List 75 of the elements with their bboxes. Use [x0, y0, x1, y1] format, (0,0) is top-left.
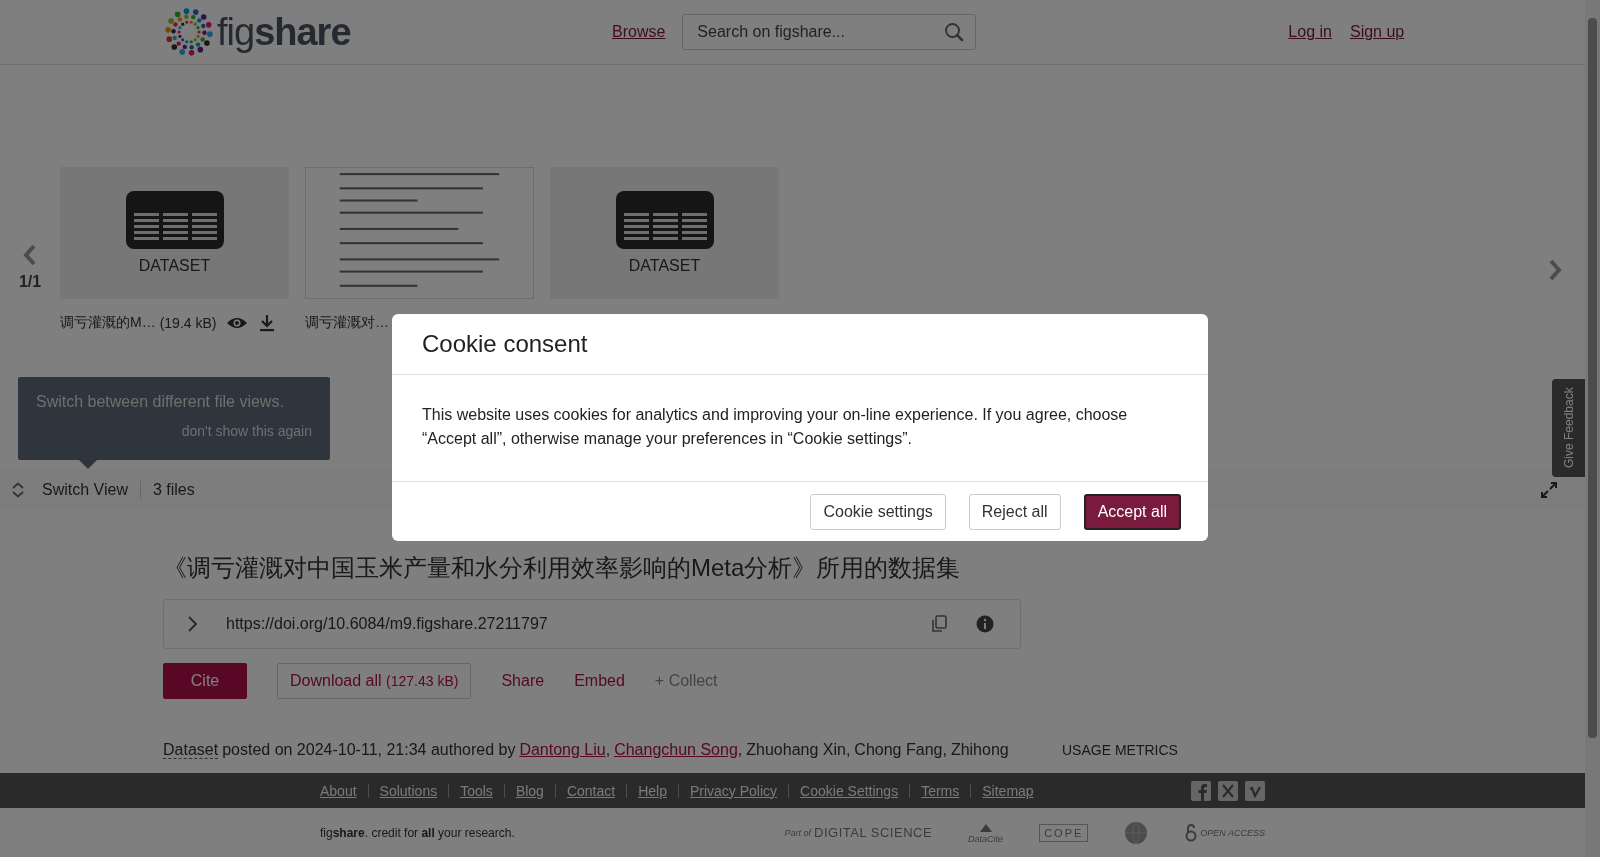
switch-icon[interactable] [12, 482, 24, 498]
cope-logo[interactable]: COPE [1039, 823, 1089, 842]
globe-icon[interactable] [1124, 820, 1149, 845]
table-icon [125, 191, 224, 249]
footer-link[interactable]: Tools [448, 783, 504, 798]
footer-link[interactable]: Cookie Settings [788, 783, 910, 798]
document-preview-drawing[interactable] [305, 167, 534, 299]
consent-button[interactable]: Cookie settings [810, 494, 946, 530]
open-access-logo[interactable]: OPEN ACCESS [1184, 823, 1265, 842]
author-link[interactable]: Changchun Song [614, 741, 738, 758]
footer-link[interactable]: Sitemap [970, 783, 1045, 798]
consent-button[interactable]: Reject all [968, 494, 1061, 530]
file-type-label: DATASET [628, 257, 701, 275]
separator-text: , [942, 741, 947, 758]
dismiss-link[interactable]: don't show this again [181, 423, 312, 439]
dataset-title: 《调亏灌溉对中国玉米产量和水分利用效率影响的Meta分析》所用的数据集 [163, 553, 962, 583]
x-icon[interactable] [1218, 780, 1238, 801]
footer-link[interactable]: Privacy Policy [677, 783, 789, 798]
file-name[interactable]: 调亏灌溉的M… [60, 314, 156, 332]
cite-button[interactable]: Cite [163, 663, 247, 699]
item-type-link[interactable]: Dataset [163, 741, 219, 759]
separator-text: , [845, 741, 851, 758]
copy-icon[interactable] [930, 615, 948, 633]
fullscreen-icon[interactable] [1541, 482, 1557, 498]
separator-text: , [737, 741, 743, 758]
file-count: 3 files [152, 481, 195, 499]
footer-link[interactable]: Contact [554, 783, 627, 798]
author-name: Chong Fang [854, 741, 943, 758]
dialog-message: This website uses cookies for analytics and improving your on-line experience. If you agree, choose “Accept all”, otherwise manage your preferences in “Cookie settings”. [422, 405, 1129, 449]
doi-link[interactable]: https://doi.org/10.6084/m9.figshare.27211797 [226, 615, 902, 633]
search-icon[interactable] [944, 22, 965, 42]
action-link[interactable]: Embed [574, 672, 625, 690]
author-name: Zhihong [950, 741, 1009, 758]
feedback-tab[interactable]: Give Feedback [1552, 379, 1585, 477]
file-size: (19.4 kB) [159, 315, 217, 331]
file-tile[interactable]: DATASET [550, 167, 779, 299]
tagline: figshare. credit for all your research. [320, 825, 516, 840]
separator-text: , [605, 741, 611, 758]
file-type-label: DATASET [138, 257, 211, 275]
author-name: Zhuohang Xin [746, 741, 846, 758]
file-tile[interactable]: DATASET [60, 167, 289, 299]
browse-link[interactable]: Browse [612, 23, 666, 41]
table-icon [615, 191, 714, 249]
info-icon[interactable] [976, 615, 994, 633]
next-icon[interactable] [1547, 258, 1563, 282]
footer-link[interactable]: Help [626, 783, 678, 798]
auth-link[interactable]: Sign up [1349, 23, 1405, 41]
facebook-icon[interactable] [1191, 780, 1211, 801]
usage-metrics-heading: USAGE METRICS [1062, 741, 1178, 760]
previous-icon[interactable] [22, 243, 38, 267]
dialog-title: Cookie consent [422, 330, 588, 358]
author-link[interactable]: Dantong Liu [519, 741, 606, 758]
consent-button[interactable]: Accept all [1083, 494, 1181, 530]
download-all-button[interactable]: Download all (127.43 kB) [277, 663, 472, 699]
footer-link[interactable]: Solutions [367, 783, 449, 798]
auth-link[interactable]: Log in [1288, 23, 1332, 41]
collect-link[interactable]: + Collect [654, 672, 718, 690]
datacite-logo[interactable]: DataCite [968, 821, 1004, 844]
tooltip-text: Switch between different file views. [36, 393, 285, 411]
scrollbar[interactable] [1585, 0, 1600, 857]
footer-link[interactable]: About [320, 783, 368, 798]
chevron-icon[interactable] [186, 615, 198, 633]
logo-wordmark[interactable]: figshare [217, 10, 351, 54]
page-counter: 1/1 [18, 273, 42, 291]
search-field[interactable]: Search on figshare... [682, 14, 977, 50]
vimeo-icon[interactable] [1245, 780, 1265, 801]
logo-icon[interactable] [163, 6, 215, 58]
footer-link[interactable]: Blog [503, 783, 555, 798]
download-icon[interactable] [258, 314, 277, 332]
footer-link[interactable]: Terms [909, 783, 971, 798]
switch-view-button[interactable]: Switch View [42, 481, 141, 499]
file-name[interactable]: 调亏灌溉对… [305, 314, 389, 332]
eye-icon[interactable] [226, 316, 249, 330]
posted-text: posted on 2024-10-11, 21:34 authored by [222, 741, 516, 758]
action-link[interactable]: Share [501, 672, 545, 690]
